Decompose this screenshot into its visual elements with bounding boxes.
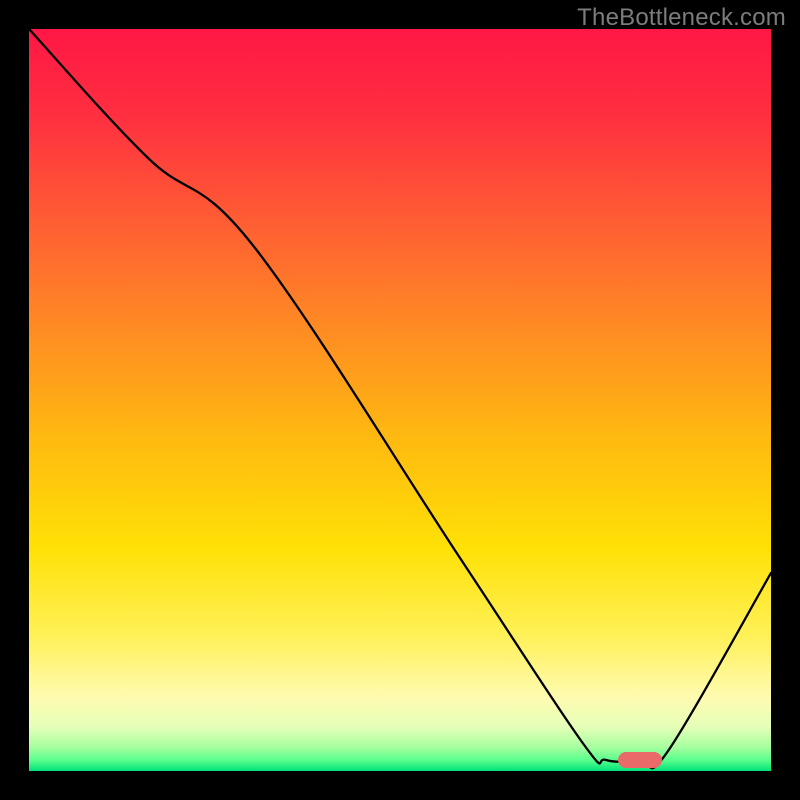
gradient-background bbox=[29, 29, 771, 771]
optimal-marker bbox=[618, 752, 662, 768]
bottleneck-plot bbox=[29, 29, 771, 771]
watermark-label: TheBottleneck.com bbox=[577, 4, 786, 32]
chart-frame: TheBottleneck.com bbox=[0, 0, 800, 800]
